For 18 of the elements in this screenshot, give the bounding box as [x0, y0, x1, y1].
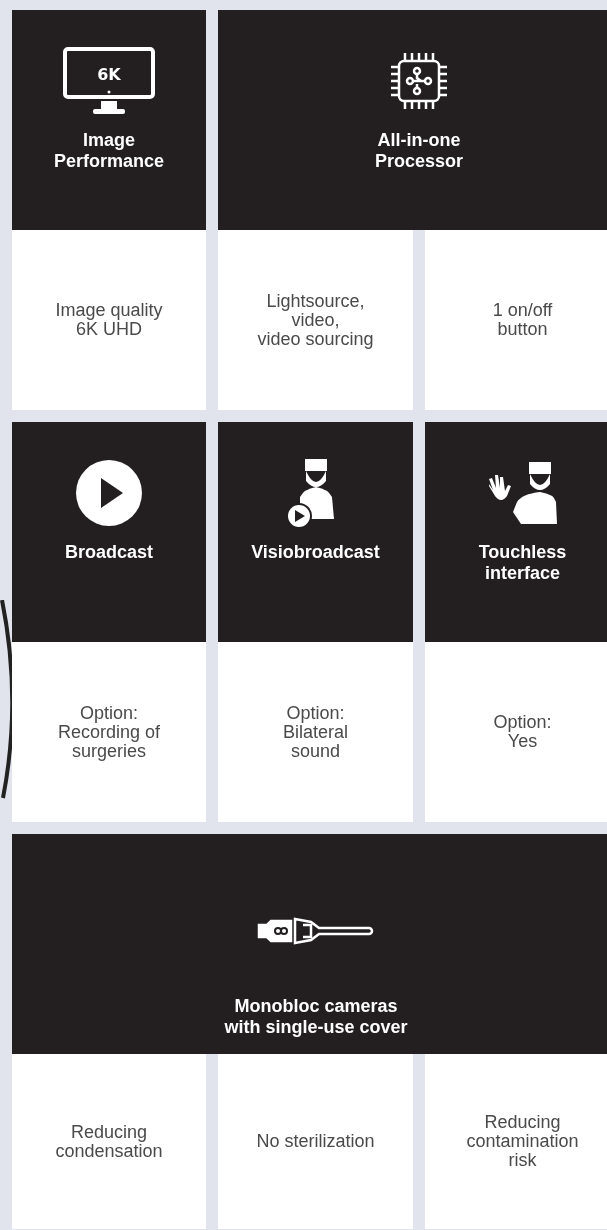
feature-title: Visiobroadcast — [251, 542, 380, 563]
play-icon — [76, 460, 142, 526]
camera-icon — [257, 917, 375, 945]
feature-title: Broadcast — [65, 542, 153, 563]
spec-text: Option: Bilateral sound — [218, 642, 413, 822]
feature-title: Image Performance — [53, 130, 165, 172]
chip-icon — [390, 52, 448, 110]
spec-text: Lightsource, video, video sourcing — [218, 230, 413, 410]
feature-title: Monobloc cameras with single-use cover — [224, 996, 408, 1038]
feature-title: Touchless interface — [478, 542, 567, 584]
feature-title: All-in-one Processor — [374, 130, 464, 172]
spec-text: 1 on/off button — [425, 230, 607, 410]
spec-text: No sterilization — [218, 1054, 413, 1229]
spec-text: Option: Recording of surgeries — [12, 642, 206, 822]
spec-text: Reducing condensation — [12, 1054, 206, 1229]
spec-text: Reducing contamination risk — [425, 1054, 607, 1229]
spec-text: Image quality 6K UHD — [12, 230, 206, 410]
spec-text: Option: Yes — [425, 642, 607, 822]
